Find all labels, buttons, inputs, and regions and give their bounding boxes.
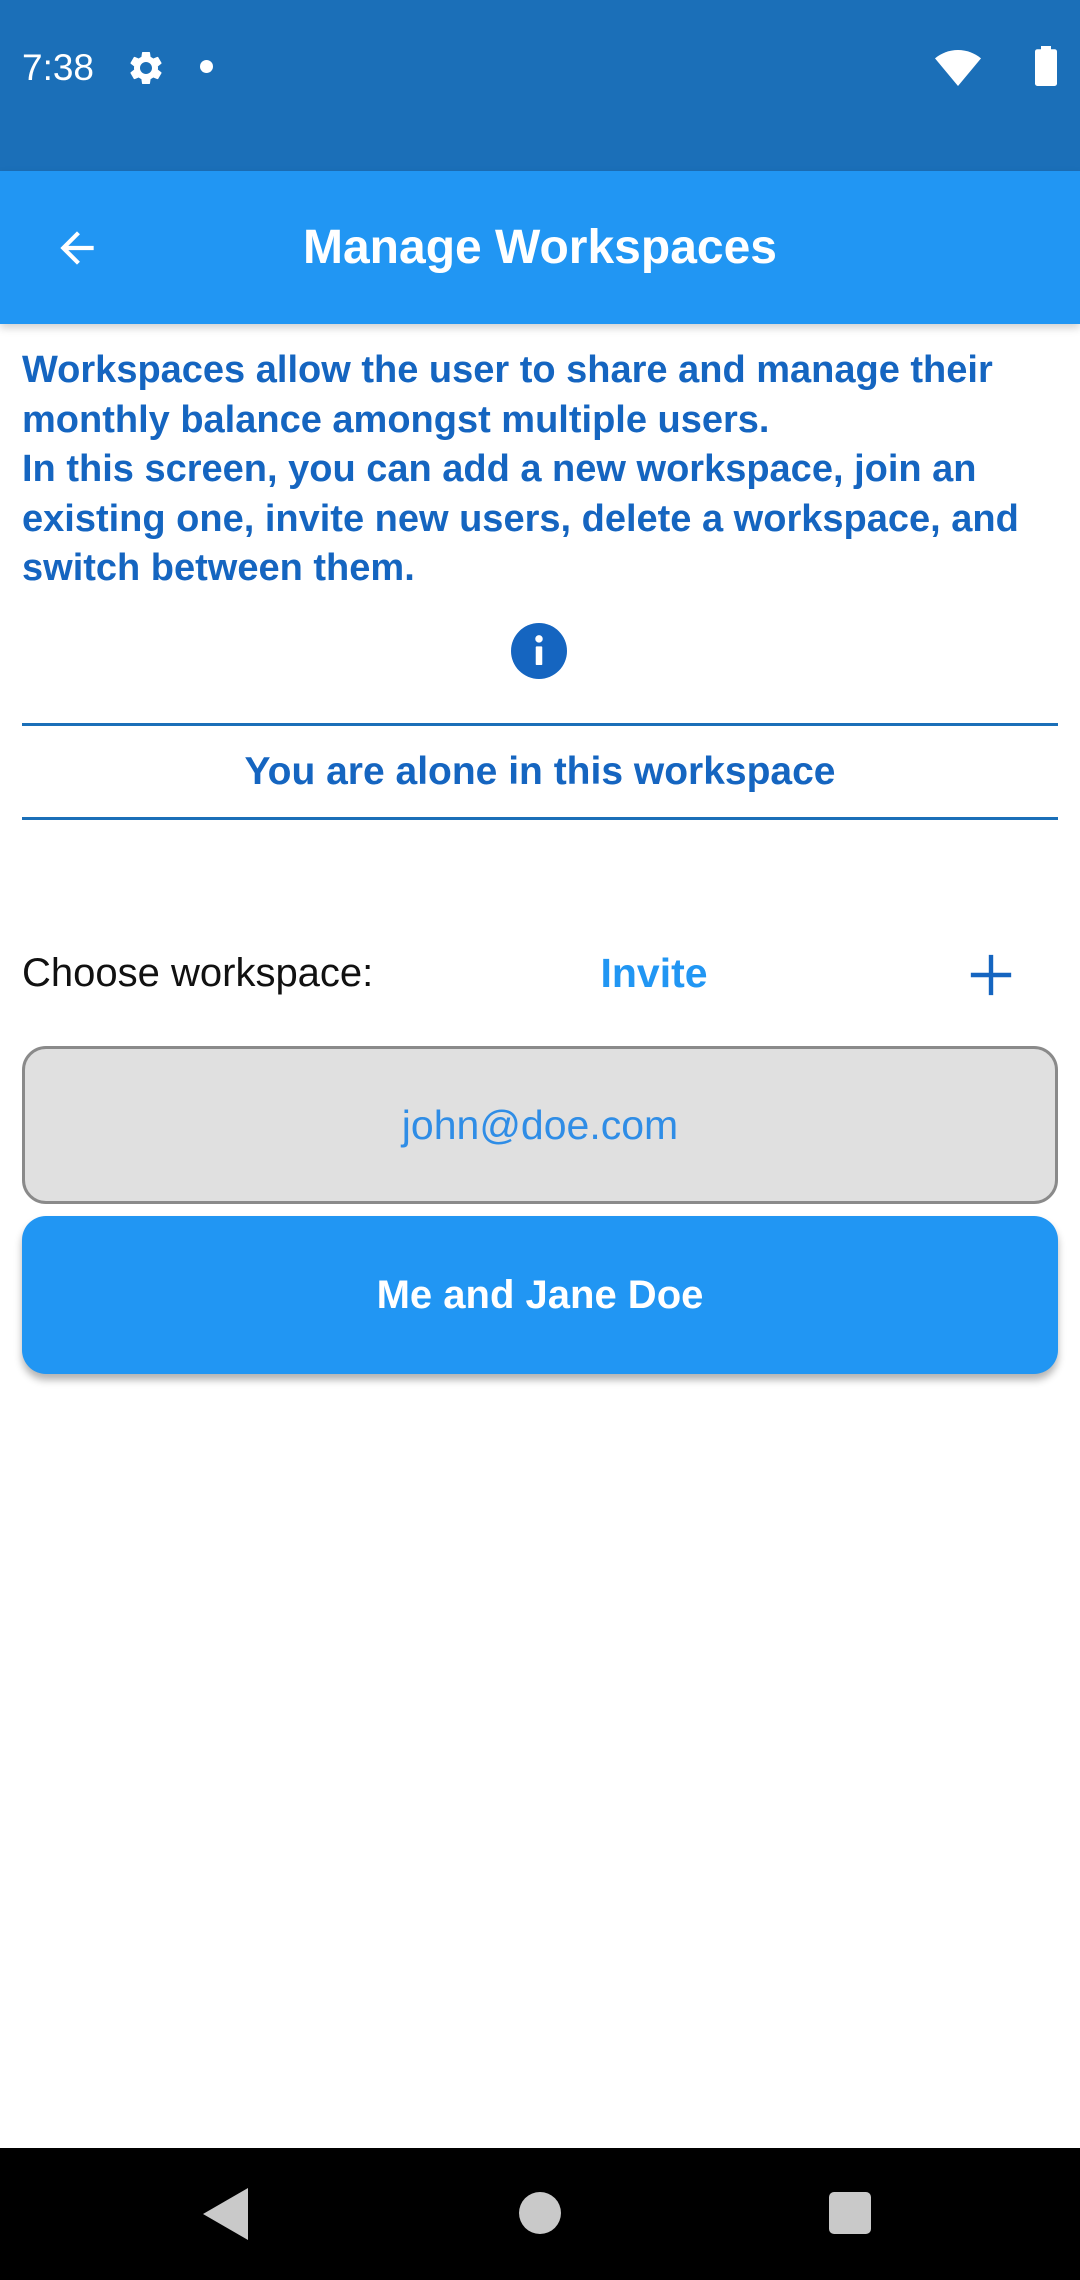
workspaces-description: Workspaces allow the user to share and m… — [22, 349, 1019, 589]
email-field-placeholder: john@doe.com — [401, 1102, 679, 1148]
workspace-status-text: You are alone in this workspace — [244, 750, 836, 793]
arrow-left-icon — [60, 231, 94, 265]
gear-icon — [130, 51, 162, 84]
status-time: 7:38 — [22, 47, 95, 88]
add-workspace-button[interactable] — [960, 944, 1022, 1006]
status-bar: 7:38 — [0, 0, 1080, 171]
workspace-button[interactable]: Me and Jane Doe — [22, 1216, 1058, 1374]
email-field[interactable]: john@doe.com — [22, 1046, 1058, 1204]
divider-top — [22, 723, 1058, 726]
back-triangle-icon[interactable] — [200, 2186, 250, 2242]
plus-icon — [970, 954, 1012, 996]
app-bar: Manage Workspaces — [0, 171, 1080, 324]
home-circle-icon[interactable] — [519, 2192, 561, 2234]
navigation-bar — [0, 2148, 1080, 2280]
battery-icon — [1035, 46, 1057, 86]
choose-workspace-label: Choose workspace: — [22, 951, 374, 995]
back-button[interactable] — [40, 211, 114, 285]
notification-dot-icon — [200, 60, 213, 73]
wifi-icon — [935, 50, 981, 86]
page-title: Manage Workspaces — [303, 221, 777, 274]
recents-square-icon[interactable] — [829, 2192, 871, 2234]
invite-button[interactable]: Invite — [566, 940, 742, 1006]
info-icon[interactable] — [511, 623, 567, 679]
divider-bottom — [22, 817, 1058, 820]
